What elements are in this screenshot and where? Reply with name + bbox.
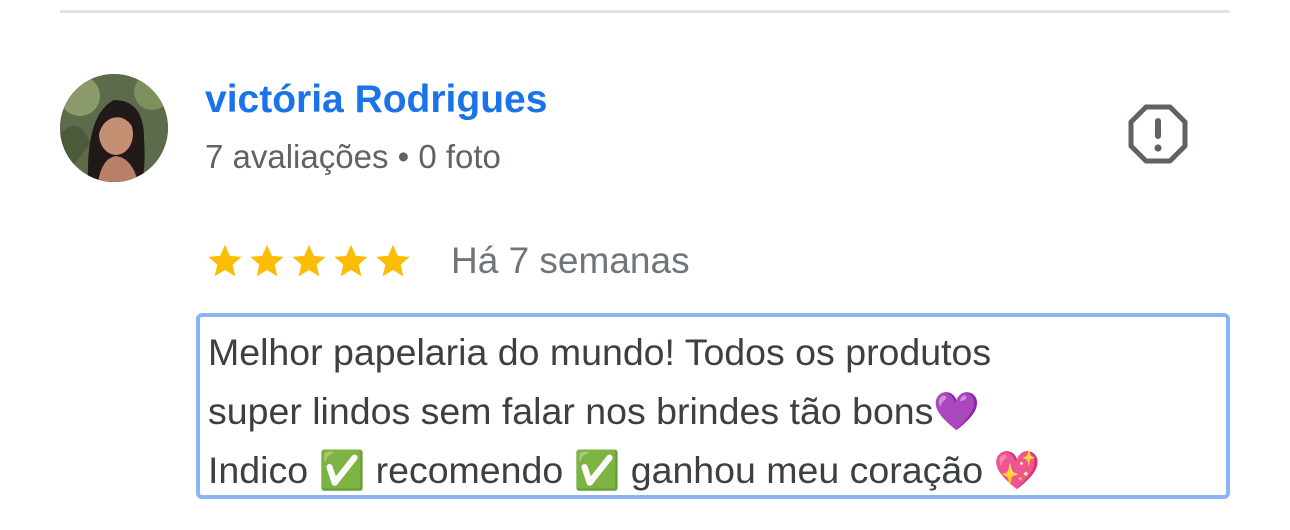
rating-row: Há 7 semanas [205,236,690,286]
review-text-box[interactable]: Melhor papelaria do mundo! Todos os prod… [196,313,1230,499]
reviewer-stats: 7 avaliações • 0 foto [205,138,501,175]
avatar-photo [60,74,168,182]
star-icon [208,244,242,277]
report-review-button[interactable] [1127,103,1189,165]
star-icon [376,244,410,277]
review-text: Melhor papelaria do mundo! Todos os prod… [208,331,1041,491]
star-icon [334,244,368,277]
review-date: Há 7 semanas [451,240,690,281]
star-rating [205,241,413,281]
top-divider [60,10,1230,13]
star-icon [250,244,284,277]
reviewer-name-link[interactable]: victória Rodrigues [205,78,547,122]
avatar[interactable] [60,74,168,182]
star-icon [292,244,326,277]
report-flag-icon [1128,104,1188,164]
